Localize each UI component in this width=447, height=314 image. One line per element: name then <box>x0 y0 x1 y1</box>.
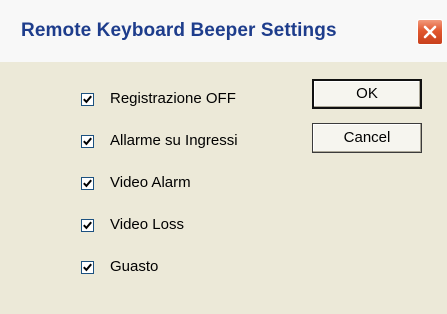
option-label: Video Alarm <box>110 174 191 191</box>
close-icon <box>423 25 437 39</box>
checkbox[interactable] <box>81 261 94 274</box>
checkmark-icon <box>83 95 92 104</box>
checkmark-icon <box>83 137 92 146</box>
settings-dialog: Remote Keyboard Beeper Settings Registra… <box>0 0 447 314</box>
checkbox[interactable] <box>81 135 94 148</box>
option-label: Video Loss <box>110 216 184 233</box>
close-button[interactable] <box>417 19 443 45</box>
checkmark-icon <box>83 263 92 272</box>
ok-button[interactable]: OK <box>312 79 422 109</box>
window-title: Remote Keyboard Beeper Settings <box>21 20 337 41</box>
checkmark-icon <box>83 221 92 230</box>
title-bar[interactable]: Remote Keyboard Beeper Settings <box>0 0 447 62</box>
option-label: Allarme su Ingressi <box>110 132 238 149</box>
checkmark-icon <box>83 179 92 188</box>
dialog-body: Registrazione OFF Allarme su Ingressi Vi… <box>0 62 447 314</box>
option-label: Registrazione OFF <box>110 90 236 107</box>
cancel-button[interactable]: Cancel <box>312 123 422 153</box>
checkbox[interactable] <box>81 177 94 190</box>
option-label: Guasto <box>110 258 159 275</box>
checkbox[interactable] <box>81 93 94 106</box>
checkbox[interactable] <box>81 219 94 232</box>
